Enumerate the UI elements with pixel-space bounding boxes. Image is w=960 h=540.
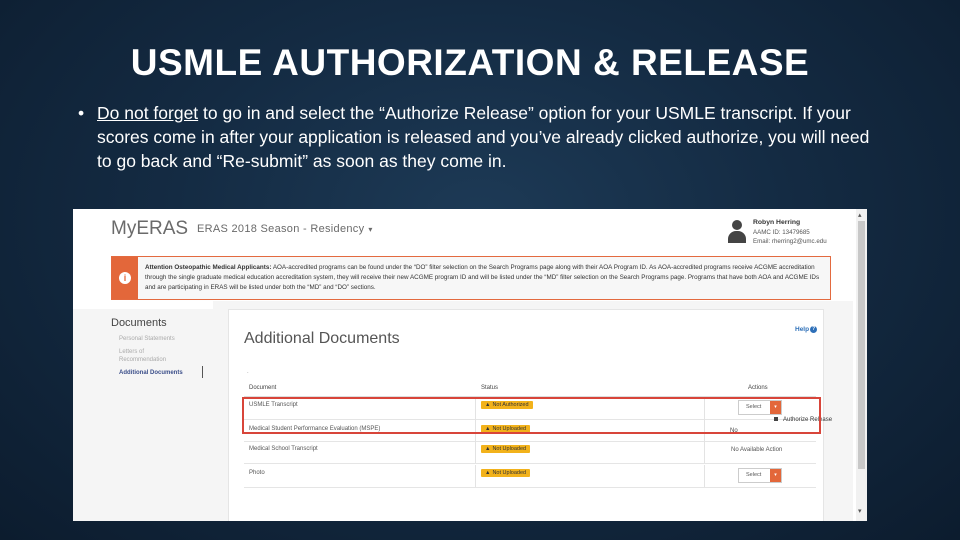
scroll-thumb[interactable] [858, 221, 865, 469]
active-indicator [202, 366, 203, 378]
no-action-text: No Available Action [731, 447, 783, 453]
osteopathic-alert: i Attention Osteopathic Medical Applican… [111, 256, 831, 300]
table-row: Photo ▲ Not Uploaded Select ▾ [244, 465, 816, 488]
season-selector[interactable]: ERAS 2018 Season - Residency ▾ [197, 223, 373, 235]
alert-heading: Attention Osteopathic Medical Applicants… [145, 264, 272, 271]
status-badge: ▲ Not Uploaded [481, 445, 531, 453]
table-header: Document Status Actions [244, 382, 816, 397]
select-label: Select [746, 472, 762, 478]
status-text: Not Uploaded [492, 470, 527, 476]
avatar [727, 220, 747, 244]
bullet-dot: • [78, 103, 85, 123]
warning-icon: ▲ [485, 470, 491, 476]
col-document: Document [249, 385, 277, 391]
table-row: Medical School Transcript ▲ Not Uploaded … [244, 441, 816, 464]
myeras-logo[interactable]: MyERAS [111, 218, 188, 240]
user-name: Robyn Herring [753, 219, 801, 226]
user-aamc-id: AAMC ID: 13479685 [753, 228, 810, 236]
user-email: Email: rherring2@umc.edu [753, 238, 827, 245]
col-status: Status [481, 385, 499, 391]
user-info: Robyn Herring AAMC ID: 13479685 Email: r… [753, 218, 827, 247]
bullet-text: • Do not forget to go in and select the … [78, 101, 878, 173]
help-link[interactable]: Help? [795, 326, 818, 334]
page-title: Additional Documents [244, 330, 400, 347]
season-label: ERAS 2018 Season - Residency [197, 223, 365, 235]
slide-title: USMLE AUTHORIZATION & RELEASE [130, 42, 810, 83]
sidebar-item-personal-statements[interactable]: Personal Statements [119, 335, 175, 343]
highlight-box [242, 397, 821, 434]
status-badge: ▲ Not Uploaded [481, 469, 531, 477]
status-text: Not Uploaded [492, 446, 527, 452]
help-label: Help [795, 326, 810, 334]
info-icon: i [119, 272, 131, 284]
scrollbar[interactable]: ▴ ▾ [856, 209, 867, 521]
sidebar-item-letters-of-recommendation[interactable]: Letters of Recommendation [119, 348, 189, 364]
bullet-body: to go in and select the “Authorize Relea… [97, 103, 870, 171]
eras-screenshot: MyERAS ERAS 2018 Season - Residency ▾ Rob… [73, 209, 867, 521]
warning-icon: ▲ [485, 446, 491, 452]
help-icon: ? [810, 326, 818, 333]
col-actions: Actions [748, 385, 768, 391]
sidebar-item-additional-documents[interactable]: Additional Documents [119, 369, 183, 377]
chevron-down-icon: ▾ [368, 225, 373, 234]
scroll-up-icon[interactable]: ▴ [858, 211, 862, 219]
scroll-down-icon[interactable]: ▾ [858, 507, 862, 515]
bullet-emphasis: Do not forget [97, 103, 199, 123]
action-select[interactable]: Select ▾ [738, 468, 782, 483]
chevron-down-icon: ▾ [770, 469, 781, 482]
document-name: Photo [249, 470, 265, 476]
panel-marker: . [247, 369, 249, 375]
sidebar-title: Documents [111, 317, 167, 329]
document-name: Medical School Transcript [249, 446, 318, 452]
top-bar: MyERAS ERAS 2018 Season - Residency ▾ Rob… [73, 209, 867, 257]
